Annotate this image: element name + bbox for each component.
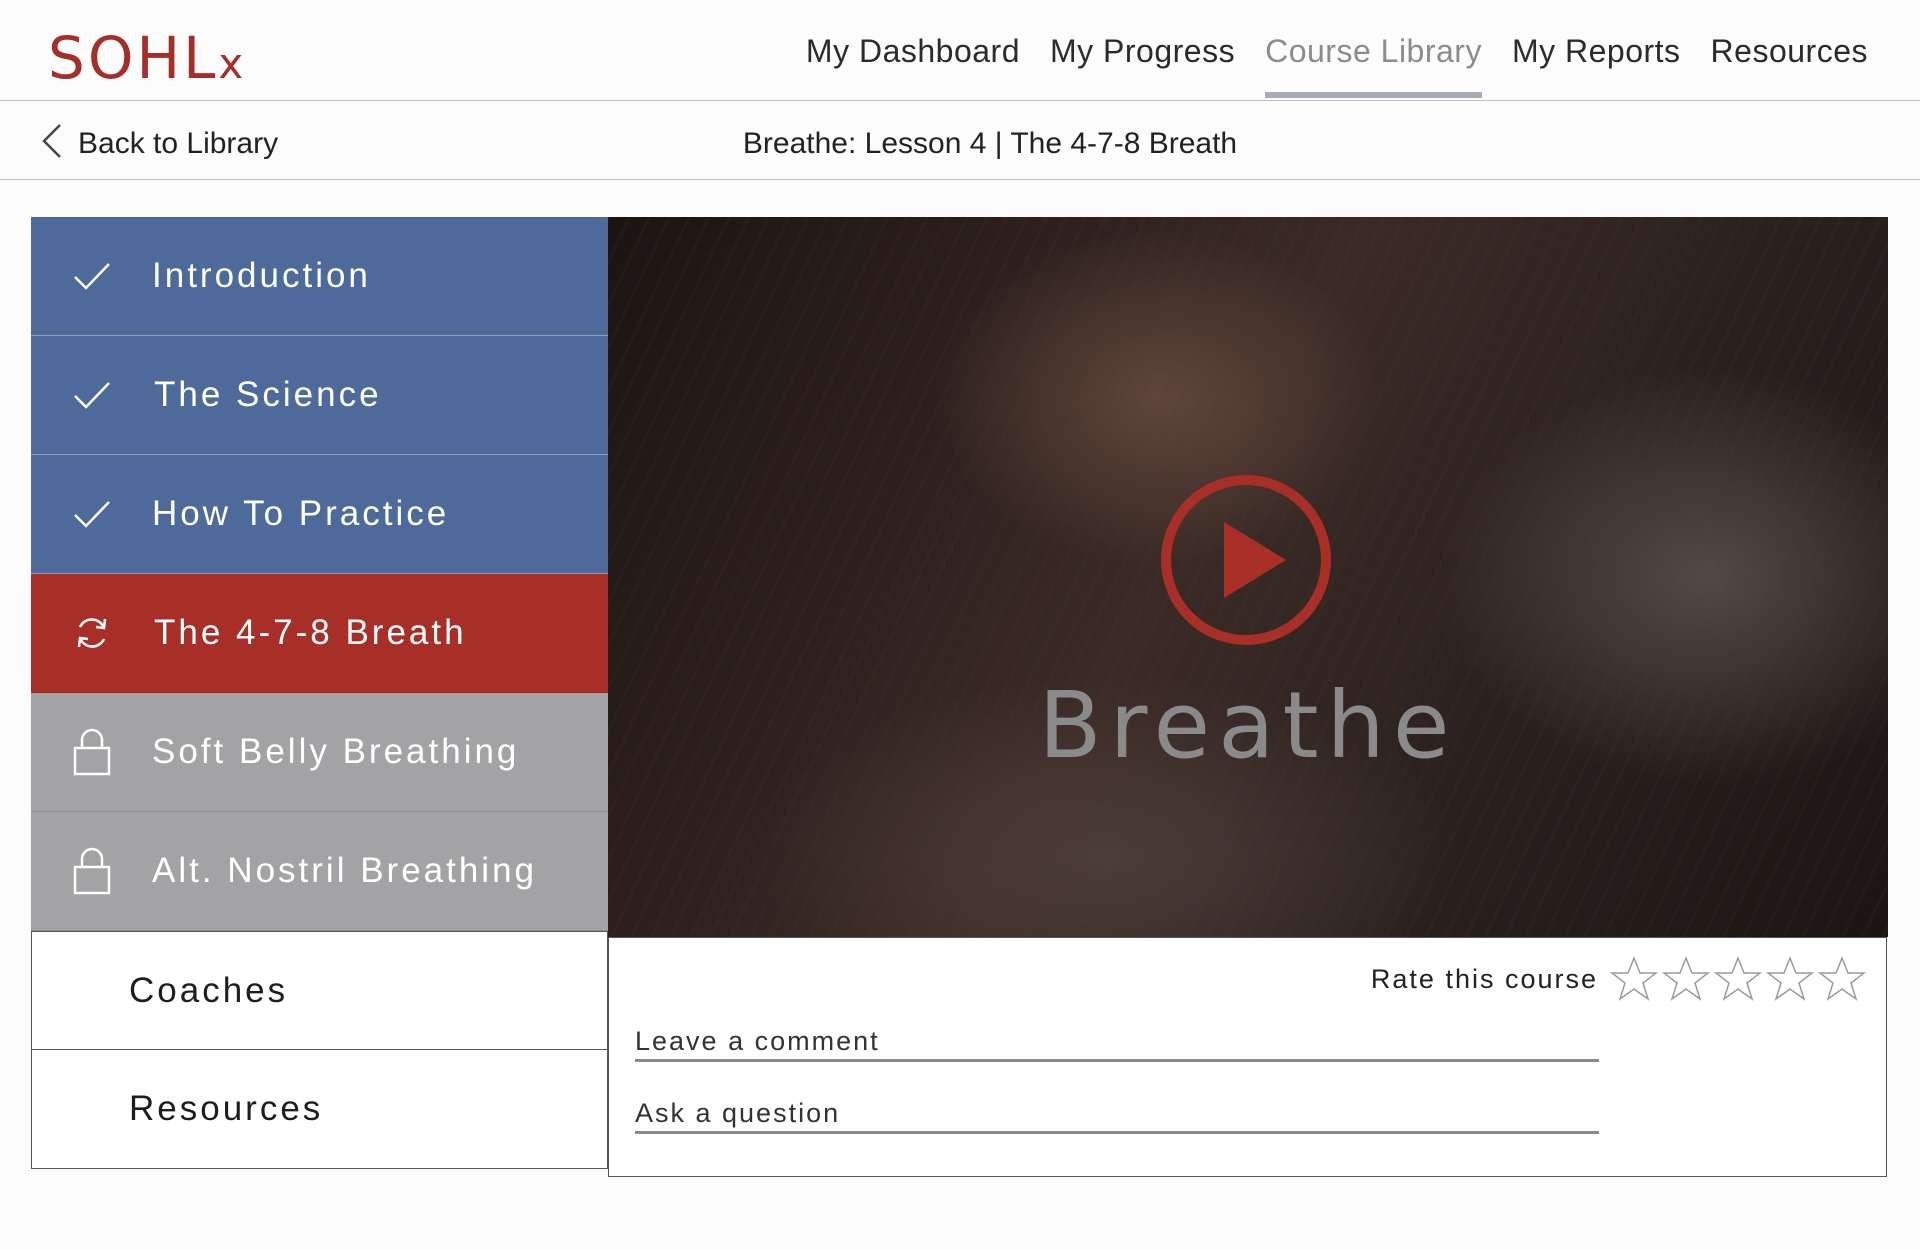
lesson-item-soft-belly-breathing[interactable]: Soft Belly Breathing — [31, 693, 608, 812]
sidebar-item-coaches[interactable]: Coaches — [31, 931, 608, 1050]
sidebar-item-resources[interactable]: Resources — [31, 1050, 608, 1169]
lock-icon — [70, 728, 114, 776]
sidebar-label: Coaches — [129, 970, 289, 1010]
star-icon[interactable] — [1662, 956, 1710, 1002]
lesson-item-how-to-practice[interactable]: How To Practice — [31, 455, 608, 574]
play-button[interactable] — [1158, 472, 1334, 653]
lesson-item-introduction[interactable]: Introduction — [31, 217, 608, 336]
feedback-panel: Rate this course — [608, 937, 1887, 1177]
comment-input[interactable] — [635, 1026, 1599, 1062]
top-header: SOHLx My Dashboard My Progress Course Li… — [0, 0, 1920, 101]
rating-stars — [1610, 956, 1866, 1002]
lesson-label: Introduction — [152, 256, 371, 295]
star-icon[interactable] — [1766, 956, 1814, 1002]
nav-my-progress[interactable]: My Progress — [1048, 33, 1237, 70]
lock-icon — [70, 847, 114, 895]
lesson-bar: Back to Library Breathe: Lesson 4 | The … — [0, 101, 1920, 180]
nav-resources[interactable]: Resources — [1709, 33, 1870, 70]
nav-my-dashboard[interactable]: My Dashboard — [804, 33, 1022, 70]
check-icon — [70, 261, 114, 291]
play-icon — [1161, 475, 1331, 645]
lesson-label: The Science — [154, 375, 382, 414]
lesson-sidebar: Introduction The Science How To Practice… — [31, 217, 608, 1169]
lesson-item-alt-nostril-breathing[interactable]: Alt. Nostril Breathing — [31, 812, 608, 931]
rate-label: Rate this course — [1370, 963, 1598, 994]
logo-suffix: x — [218, 39, 244, 88]
sidebar-label: Resources — [129, 1089, 324, 1128]
main-nav: My Dashboard My Progress Course Library … — [804, 33, 1870, 98]
check-icon — [70, 499, 114, 529]
lesson-title: Breathe: Lesson 4 | The 4-7-8 Breath — [742, 127, 1238, 160]
lesson-label: How To Practice — [152, 494, 450, 533]
lesson-item-the-science[interactable]: The Science — [31, 336, 608, 455]
course-rating: Rate this course — [1371, 956, 1866, 1002]
lesson-label: Soft Belly Breathing — [152, 732, 520, 771]
question-input[interactable] — [635, 1098, 1599, 1134]
nav-my-reports[interactable]: My Reports — [1510, 33, 1683, 70]
logo-text: SOHL — [48, 24, 219, 92]
video-title: Breathe — [1038, 672, 1458, 779]
refresh-icon — [70, 615, 114, 651]
video-player[interactable]: Breathe — [608, 217, 1888, 937]
check-icon — [70, 380, 114, 410]
lesson-label: Alt. Nostril Breathing — [152, 851, 538, 890]
star-icon[interactable] — [1610, 956, 1658, 1002]
lesson-label: The 4-7-8 Breath — [154, 613, 467, 652]
nav-course-library[interactable]: Course Library — [1263, 33, 1484, 98]
star-icon[interactable] — [1714, 956, 1762, 1002]
lesson-item-4-7-8-breath[interactable]: The 4-7-8 Breath — [31, 574, 608, 693]
star-icon[interactable] — [1818, 956, 1866, 1002]
sohlx-logo[interactable]: SOHLx — [48, 24, 243, 92]
